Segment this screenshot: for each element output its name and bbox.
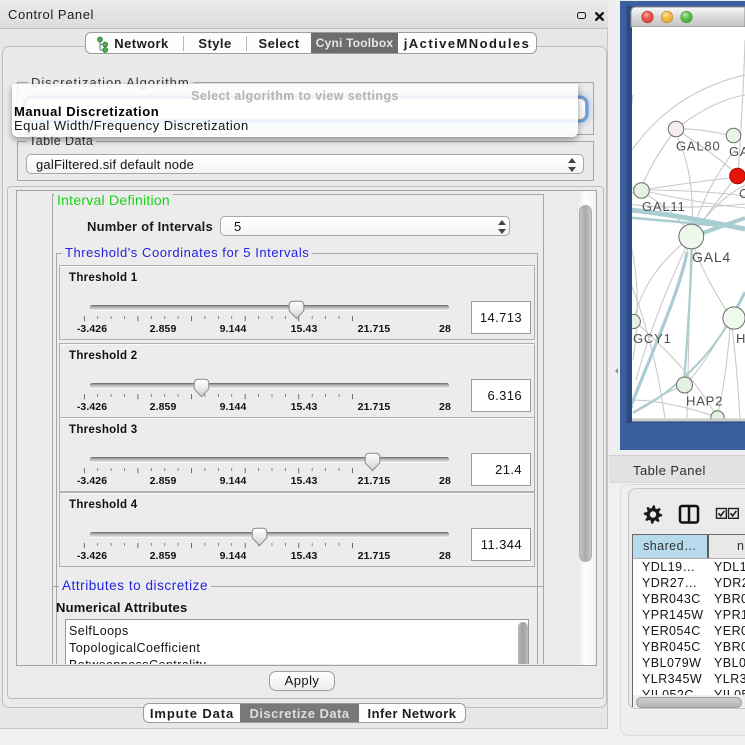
svg-text:GCY1: GCY1	[633, 331, 672, 346]
svg-text:GAL11: GAL11	[642, 199, 686, 214]
svg-text:HAP2: HAP2	[686, 394, 723, 409]
svg-text:GAL4: GAL4	[692, 249, 731, 265]
svg-text:GAL80: GAL80	[676, 139, 720, 154]
svg-text:H: H	[736, 331, 745, 346]
svg-text:C: C	[739, 186, 745, 201]
svg-text:GA: GA	[729, 144, 745, 159]
